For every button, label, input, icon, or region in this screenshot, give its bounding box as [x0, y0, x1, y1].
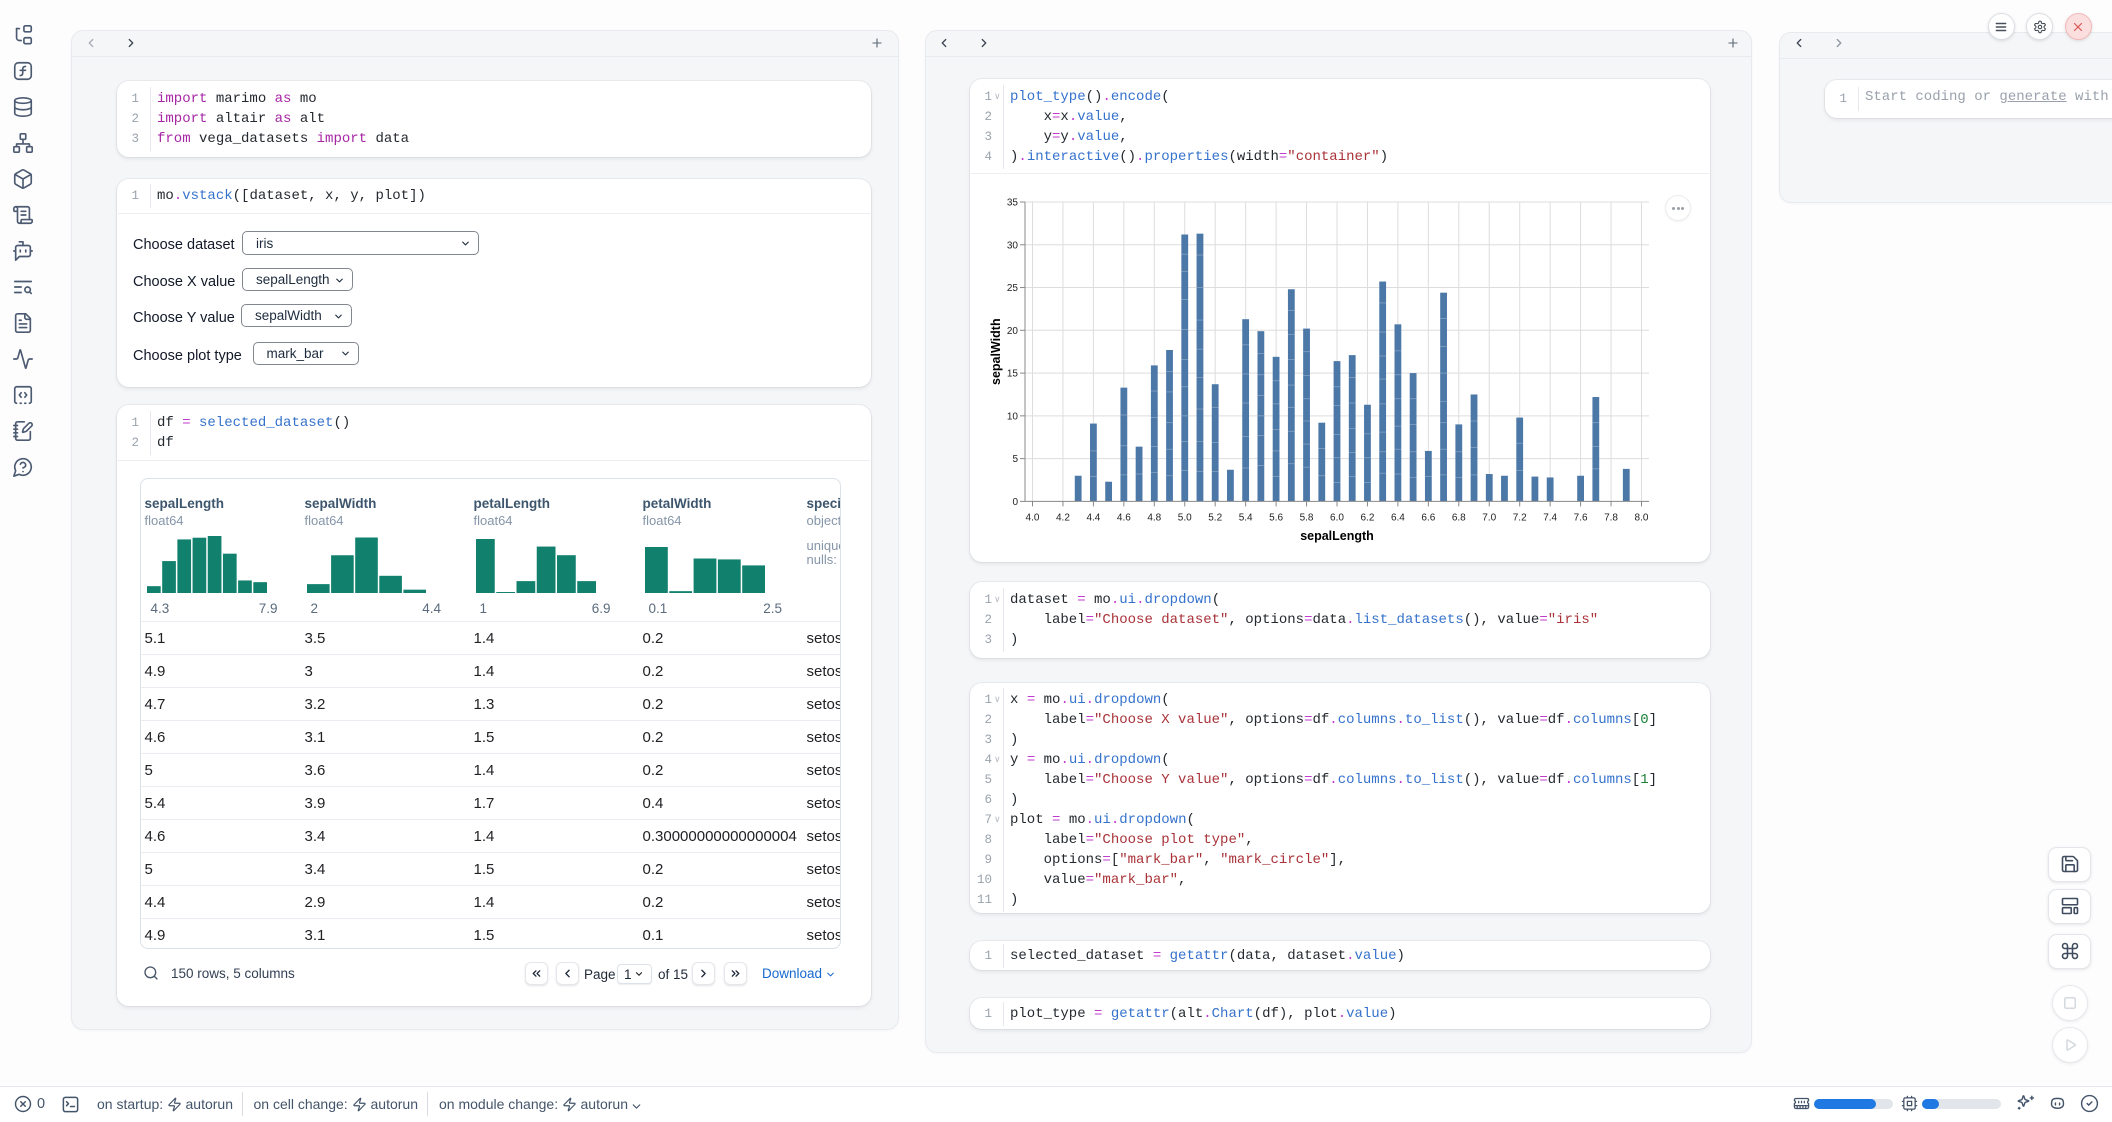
- svg-text:20: 20: [1007, 326, 1019, 337]
- svg-text:6.6: 6.6: [1421, 512, 1435, 523]
- svg-text:7.0: 7.0: [1482, 512, 1496, 523]
- svg-text:35: 35: [1007, 198, 1019, 209]
- svg-text:sepalLength: sepalLength: [1300, 529, 1374, 543]
- svg-text:7.4: 7.4: [1543, 512, 1557, 523]
- svg-text:6.8: 6.8: [1452, 512, 1466, 523]
- svg-text:6.4: 6.4: [1391, 512, 1405, 523]
- svg-text:5: 5: [1012, 454, 1018, 465]
- svg-text:7.6: 7.6: [1574, 512, 1588, 523]
- svg-text:5.0: 5.0: [1178, 512, 1192, 523]
- svg-text:7.8: 7.8: [1604, 512, 1618, 523]
- svg-text:15: 15: [1007, 369, 1019, 380]
- svg-text:10: 10: [1007, 411, 1019, 422]
- svg-text:6.0: 6.0: [1330, 512, 1344, 523]
- svg-text:5.8: 5.8: [1300, 512, 1314, 523]
- svg-text:6.2: 6.2: [1360, 512, 1374, 523]
- svg-text:0: 0: [1012, 497, 1018, 508]
- svg-text:4.2: 4.2: [1056, 512, 1070, 523]
- svg-text:8.0: 8.0: [1635, 512, 1649, 523]
- svg-text:25: 25: [1007, 283, 1019, 294]
- svg-text:4.4: 4.4: [1086, 512, 1100, 523]
- svg-text:sepalWidth: sepalWidth: [989, 318, 1003, 385]
- svg-text:4.0: 4.0: [1026, 512, 1040, 523]
- svg-text:7.2: 7.2: [1513, 512, 1527, 523]
- svg-text:5.4: 5.4: [1239, 512, 1253, 523]
- svg-text:4.6: 4.6: [1117, 512, 1131, 523]
- svg-text:30: 30: [1007, 240, 1019, 251]
- svg-text:5.6: 5.6: [1269, 512, 1283, 523]
- svg-text:5.2: 5.2: [1208, 512, 1222, 523]
- svg-text:4.8: 4.8: [1147, 512, 1161, 523]
